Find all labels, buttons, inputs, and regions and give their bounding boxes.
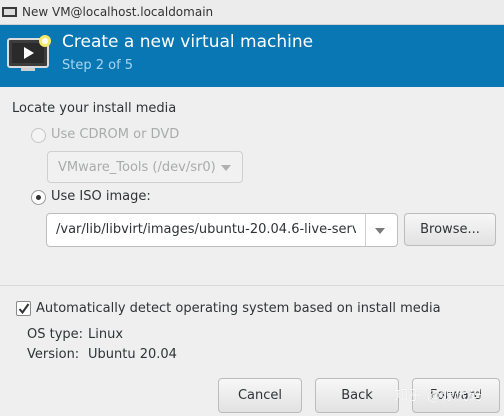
app-icon — [2, 7, 17, 17]
cdrom-radio[interactable] — [31, 128, 46, 143]
iso-path-combo[interactable]: /var/lib/libvirt/images/ubuntu-20.04.6-l… — [46, 213, 398, 247]
checkmark-icon — [18, 303, 30, 315]
window-titlebar: New VM@localhost.localdomain — [0, 0, 504, 25]
dropdown-arrow-icon[interactable] — [375, 228, 385, 234]
browse-button[interactable]: Browse... — [404, 213, 496, 246]
auto-detect-checkbox[interactable] — [16, 301, 31, 316]
iso-label: Use ISO image: — [51, 189, 151, 204]
section-divider — [0, 285, 504, 286]
wizard-header: Create a new virtual machine Step 2 of 5 — [0, 25, 504, 87]
cdrom-device-select[interactable]: VMware_Tools (/dev/sr0) — [47, 151, 243, 183]
back-button[interactable]: Back — [315, 378, 399, 413]
version-label: Version: — [27, 347, 80, 362]
window-title: New VM@localhost.localdomain — [22, 5, 214, 19]
iso-path-input[interactable]: /var/lib/libvirt/images/ubuntu-20.04.6-l… — [56, 222, 356, 237]
wizard-step: Step 2 of 5 — [62, 58, 134, 73]
combo-divider — [365, 214, 366, 246]
dropdown-arrow-icon — [221, 165, 231, 171]
iso-radio[interactable] — [31, 190, 46, 205]
auto-detect-label: Automatically detect operating system ba… — [36, 301, 441, 316]
os-type-value: Linux — [88, 327, 124, 342]
cancel-button[interactable]: Cancel — [218, 378, 302, 413]
wizard-title: Create a new virtual machine — [62, 32, 314, 52]
version-value: Ubuntu 20.04 — [88, 347, 177, 362]
os-type-label: OS type: — [27, 327, 84, 342]
vm-monitor-icon — [7, 35, 51, 71]
cdrom-device-value: VMware_Tools (/dev/sr0) — [58, 159, 216, 175]
install-media-heading: Locate your install media — [12, 101, 177, 116]
cdrom-label: Use CDROM or DVD — [51, 127, 180, 142]
forward-button[interactable]: Forward — [412, 378, 500, 413]
